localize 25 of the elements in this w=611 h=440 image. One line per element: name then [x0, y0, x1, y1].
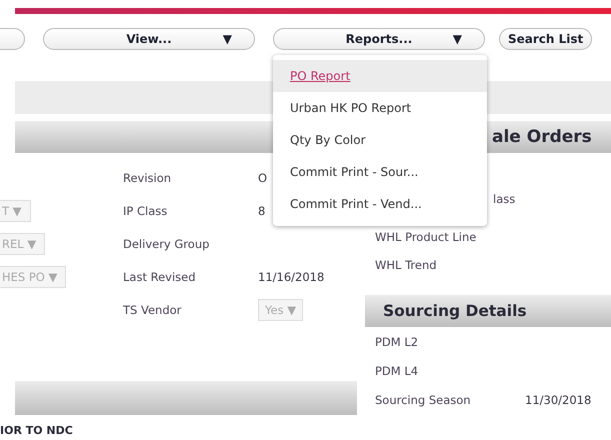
field-label: Revision: [123, 170, 172, 184]
field-value: O: [258, 170, 268, 184]
menu-item[interactable]: Commit Print - Sour...: [273, 156, 487, 188]
toolbar-button[interactable]: Search List: [499, 28, 592, 50]
field-value: 11/16/2018: [258, 270, 324, 284]
menu-item[interactable]: Qty By Color: [273, 124, 487, 156]
field-value: 11/30/2018: [525, 392, 592, 406]
field-label: Sourcing Season: [375, 392, 472, 408]
menu-item[interactable]: Commit Print - Vend...: [273, 188, 487, 220]
field-label: WHL Product Line: [375, 229, 476, 245]
field-label: Delivery Group: [123, 236, 210, 250]
field-label: TS Vendor: [123, 302, 182, 316]
section-header: Sourcing Details: [365, 295, 611, 327]
menu-item[interactable]: Urban HK PO Report: [273, 92, 487, 124]
field-label: PDM L2: [375, 334, 420, 350]
toolbar-button[interactable]: Reports... ▼: [273, 28, 485, 50]
field-label: WHL Trend: [375, 257, 437, 273]
field-label: Last Revised: [123, 270, 197, 284]
field-label: PDM L4: [375, 362, 420, 378]
field-label: IP Class: [123, 204, 168, 218]
field-value: 8: [258, 204, 266, 218]
menu-item[interactable]: PO Report: [273, 60, 487, 92]
toolbar-button[interactable]: View... ▼: [43, 28, 255, 50]
field-label: lass: [493, 191, 516, 207]
section-text: IOR TO NDC: [0, 424, 74, 437]
